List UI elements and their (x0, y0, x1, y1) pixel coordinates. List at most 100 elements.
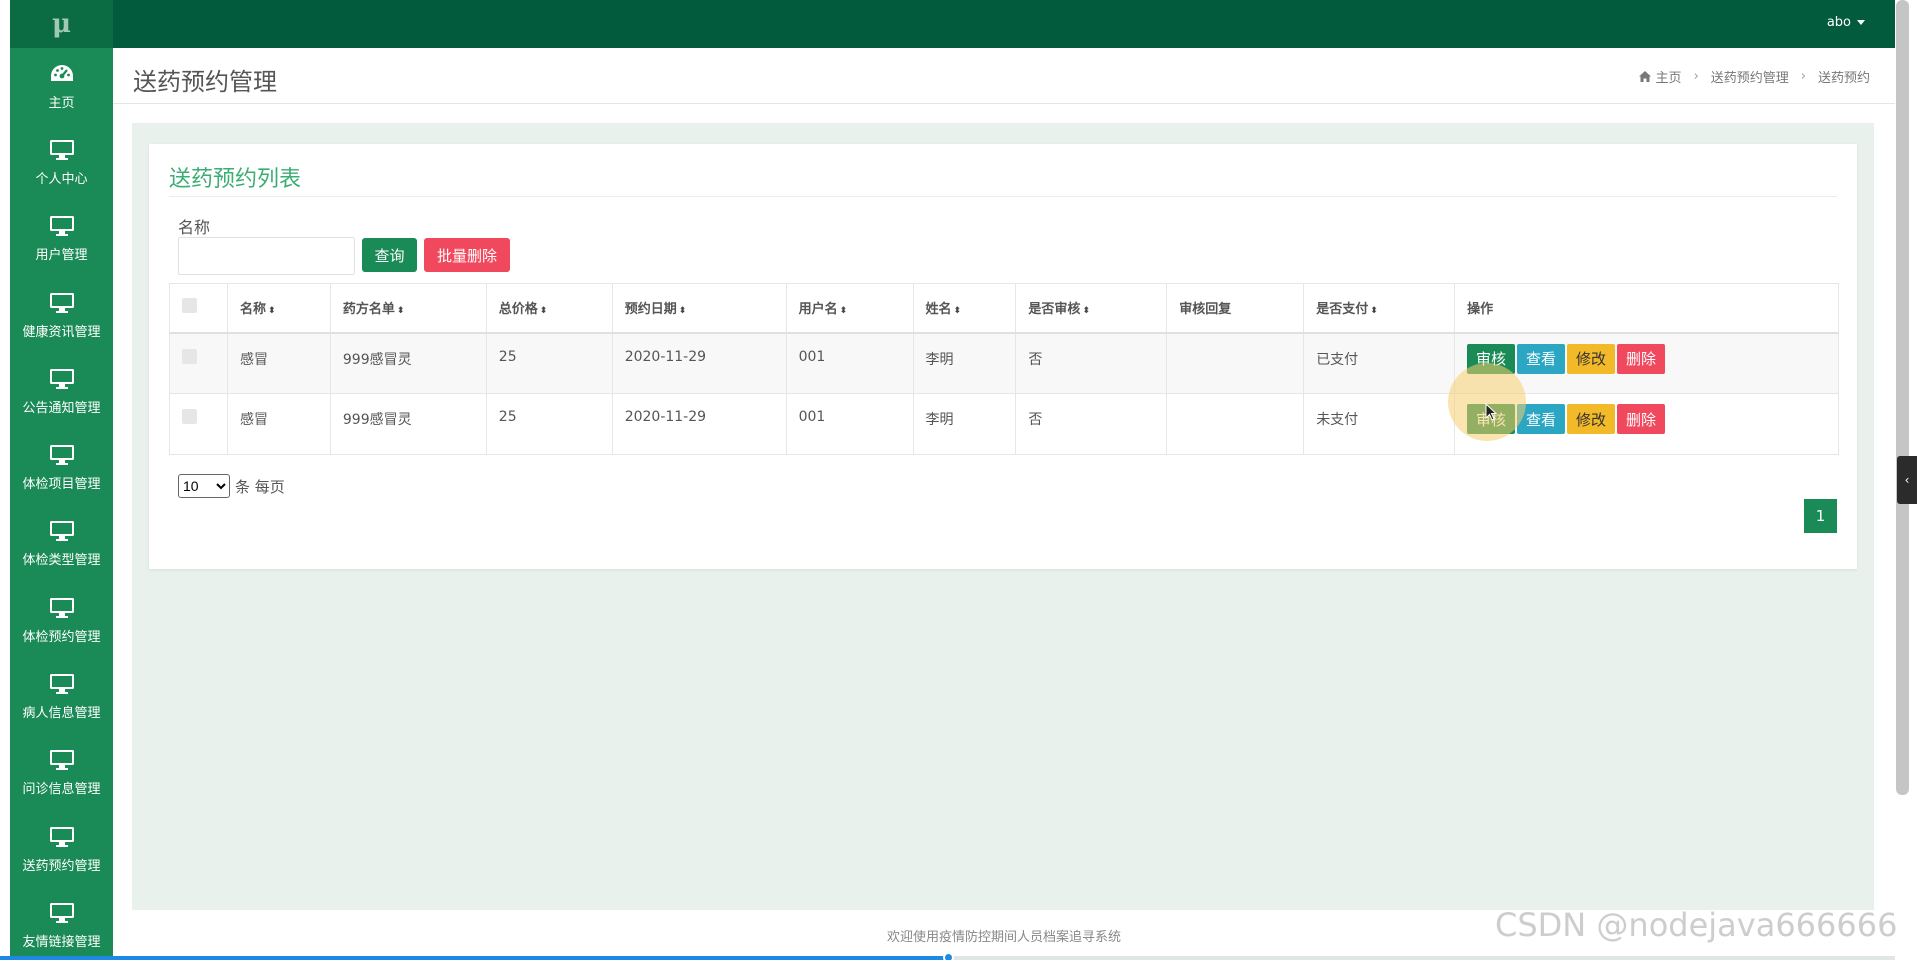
cell-prescription: 999感冒灵 (329, 332, 487, 394)
sidebar-item-label: 体检预约管理 (22, 629, 101, 645)
sidebar-item-label: 病人信息管理 (22, 706, 101, 722)
column-header: 操作 (1454, 283, 1839, 334)
edit-button[interactable]: 修改 (1567, 343, 1616, 374)
sidebar-item[interactable]: 问诊信息管理 (10, 735, 113, 811)
sidebar-item[interactable]: 用户管理 (10, 201, 113, 277)
panel-title: 送药预约列表 (169, 167, 302, 192)
monitor-icon (48, 291, 76, 315)
sidebar-item[interactable]: 个人中心 (10, 124, 113, 200)
page-size-select[interactable]: 10 (178, 474, 230, 498)
sidebar-item[interactable]: 送药预约管理 (10, 811, 113, 887)
column-header[interactable]: 用户名 ⬍ (785, 283, 914, 334)
column-header[interactable]: 是否审核 ⬍ (1015, 283, 1168, 334)
progress-fill (0, 956, 948, 960)
collapse-chevron-left-icon[interactable]: ‹ (1897, 456, 1917, 504)
row-checkbox[interactable] (182, 348, 197, 364)
cell-prescription: 999感冒灵 (329, 393, 487, 455)
page-size-suffix: 条 每页 (235, 477, 285, 496)
sidebar-item-label: 送药预约管理 (22, 858, 101, 874)
column-header[interactable]: 姓名 ⬍ (912, 283, 1017, 334)
sidebar-item[interactable]: 体检预约管理 (10, 582, 113, 658)
cell-reply (1166, 332, 1305, 394)
monitor-icon (48, 138, 76, 162)
monitor-icon (48, 519, 76, 543)
monitor-icon (48, 596, 76, 620)
cell-price: 25 (485, 332, 613, 394)
sidebar-item[interactable]: 体检类型管理 (10, 506, 113, 582)
audit-button[interactable]: 审核 (1467, 404, 1516, 434)
select-all-cell (169, 283, 228, 334)
sidebar-item-label: 友情链接管理 (22, 934, 101, 950)
left-edge (0, 0, 10, 960)
sort-icon: ⬍ (678, 306, 687, 317)
caret-down-icon (1857, 19, 1865, 25)
sidebar-item-label: 体检项目管理 (22, 477, 101, 493)
user-dropdown[interactable]: abo (1827, 0, 1865, 44)
sidebar-item[interactable]: 友情链接管理 (10, 887, 113, 960)
sidebar-item-label: 问诊信息管理 (22, 782, 101, 798)
delete-button[interactable]: 删除 (1617, 343, 1666, 374)
table-row: 感冒 999感冒灵 25 2020-11-29 001 李明 否 已支付 审核 … (169, 332, 1839, 394)
query-button[interactable]: 查询 (362, 238, 417, 272)
monitor-icon (48, 214, 76, 238)
page-header: 送药预约管理 主页 › 送药预约管理 › 送药预约 (113, 48, 1895, 104)
select-all-checkbox[interactable] (182, 298, 197, 314)
sidebar-item[interactable]: 体检项目管理 (10, 429, 113, 505)
page-title: 送药预约管理 (133, 68, 277, 96)
breadcrumb: 主页 › 送药预约管理 › 送药预约 (1638, 67, 1870, 86)
scrollbar-thumb[interactable] (1896, 0, 1909, 795)
cell-realname: 李明 (912, 332, 1017, 394)
breadcrumb-module[interactable]: 送药预约管理 (1711, 67, 1789, 86)
divider (169, 196, 1837, 197)
sidebar-item[interactable]: 健康资讯管理 (10, 277, 113, 353)
sort-icon: ⬍ (1370, 306, 1378, 317)
view-button[interactable]: 查看 (1517, 343, 1566, 374)
cell-date: 2020-11-29 (611, 393, 787, 455)
table-header-row: 名称 ⬍ 药方名单 ⬍ 总价格 ⬍ 预约日期 ⬍ 用户名 ⬍ 姓名 ⬍ 是否审核 ⬍ 审核回复… (169, 283, 1839, 334)
column-header[interactable]: 名称 ⬍ (226, 283, 331, 334)
appointments-table: 名称 ⬍ 药方名单 ⬍ 总价格 ⬍ 预约日期 ⬍ 用户名 ⬍ 姓名 ⬍ 是否审核 ⬍ 审核回复… (169, 283, 1839, 455)
sort-icon: ⬍ (539, 306, 548, 317)
breadcrumb-home[interactable]: 主页 (1656, 67, 1682, 86)
column-header[interactable]: 是否支付 ⬍ (1303, 283, 1456, 334)
sidebar-item[interactable]: 病人信息管理 (10, 658, 113, 734)
chevron-right-icon: › (1693, 69, 1699, 84)
cell-name: 感冒 (226, 393, 331, 455)
batch-delete-button[interactable]: 批量删除 (424, 238, 510, 272)
sort-icon: ⬍ (953, 306, 962, 317)
video-progress-bar[interactable] (0, 952, 1895, 960)
monitor-icon (48, 672, 76, 696)
content-area: 送药预约列表 名称 查询 批量删除 名称 ⬍ 药方名单 ⬍ 总价格 ⬍ 预约日期 ⬍ 用… (132, 123, 1874, 910)
sidebar-item-label: 用户管理 (35, 248, 88, 264)
top-navbar: abo (113, 0, 1895, 48)
column-header[interactable]: 药方名单 ⬍ (329, 283, 487, 334)
list-panel: 送药预约列表 名称 查询 批量删除 名称 ⬍ 药方名单 ⬍ 总价格 ⬍ 预约日期 ⬍ 用… (149, 144, 1857, 569)
sidebar-item[interactable]: 主页 (10, 48, 113, 124)
cell-audited: 否 (1015, 393, 1168, 455)
cell-price: 25 (485, 393, 613, 455)
monitor-icon (48, 367, 76, 391)
edit-button[interactable]: 修改 (1567, 404, 1616, 434)
column-header[interactable]: 预约日期 ⬍ (611, 283, 787, 334)
sidebar-item[interactable]: 公告通知管理 (10, 353, 113, 429)
name-search-input[interactable] (178, 237, 355, 275)
pagination-page-1[interactable]: 1 (1804, 499, 1837, 533)
audit-button[interactable]: 审核 (1467, 343, 1516, 374)
cell-paid: 已支付 (1303, 332, 1456, 394)
monitor-icon (48, 748, 76, 772)
page-size-control: 10 条 每页 (178, 474, 285, 498)
search-label: 名称 (178, 218, 211, 237)
progress-knob[interactable] (942, 952, 954, 960)
sort-icon: ⬍ (839, 306, 848, 317)
cell-username: 001 (785, 393, 914, 455)
sidebar-item-label: 体检类型管理 (22, 553, 101, 569)
row-checkbox[interactable] (182, 409, 197, 424)
delete-button[interactable]: 删除 (1617, 404, 1666, 434)
cell-date: 2020-11-29 (611, 332, 787, 394)
column-header: 审核回复 (1166, 283, 1305, 334)
column-header[interactable]: 总价格 ⬍ (485, 283, 613, 334)
watermark: CSDN @nodejava666666 (1495, 906, 1898, 944)
cell-audited: 否 (1015, 332, 1168, 394)
sidebar: μ 主页 个人中心 用户管理 健康资讯管理 公告通知管理 体检项目管理 体检类型管理 体检预约… (10, 0, 113, 960)
view-button[interactable]: 查看 (1517, 404, 1566, 434)
